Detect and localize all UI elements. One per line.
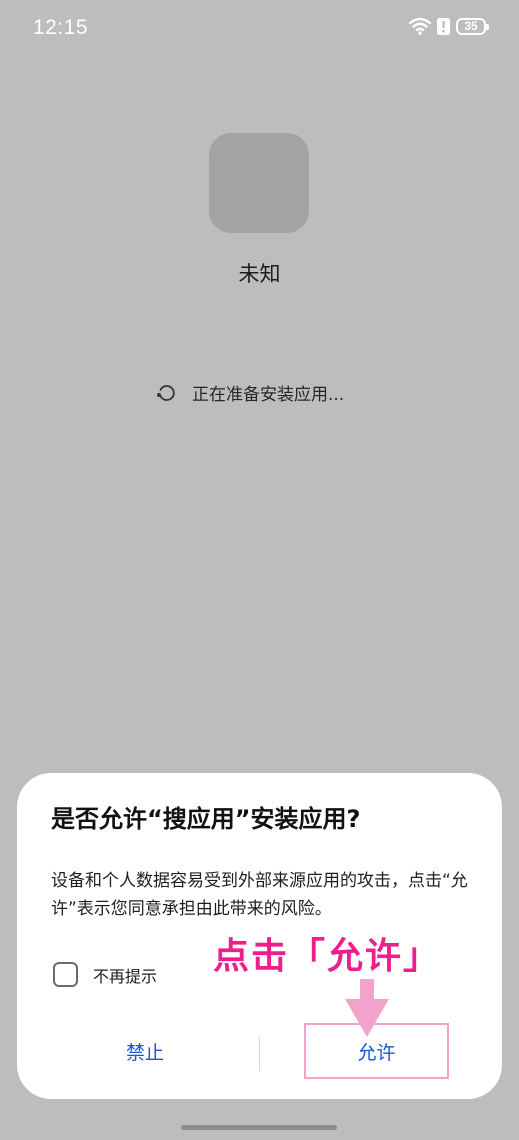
- dialog-title: 是否允许“搜应用”安装应用?: [51, 805, 361, 833]
- loading-spinner-icon: [154, 381, 178, 405]
- home-indicator[interactable]: [181, 1125, 337, 1130]
- allow-button[interactable]: 允许: [304, 1023, 449, 1079]
- dont-show-again-label: 不再提示: [93, 966, 158, 986]
- deny-button[interactable]: 禁止: [45, 1023, 245, 1079]
- wifi-icon: [409, 17, 431, 35]
- app-name: 未知: [238, 262, 281, 286]
- dont-show-again-checkbox[interactable]: [53, 962, 78, 987]
- status-time: 12:15: [33, 16, 89, 39]
- dialog-message: 设备和个人数据容易受到外部来源应用的攻击，点击“允许”表示您同意承担由此带来的风…: [51, 871, 468, 919]
- battery-nub: [486, 23, 489, 30]
- status-icons: 35: [409, 17, 489, 35]
- tap-allow-annotation: 点击「允许」: [213, 936, 442, 977]
- alert-icon: [437, 17, 450, 35]
- battery-level: 35: [464, 19, 478, 33]
- progress-text: 正在准备安装应用...: [192, 385, 345, 405]
- battery-icon: 35: [456, 17, 489, 35]
- app-icon-placeholder: [209, 133, 309, 233]
- button-divider: [259, 1037, 260, 1071]
- status-bar: 12:15 35: [0, 0, 519, 60]
- install-progress: 正在准备安装应用...: [154, 380, 344, 405]
- install-permission-dialog: 是否允许“搜应用”安装应用? 设备和个人数据容易受到外部来源应用的攻击，点击“允…: [17, 773, 502, 1099]
- dont-show-again-row[interactable]: 不再提示: [53, 962, 157, 987]
